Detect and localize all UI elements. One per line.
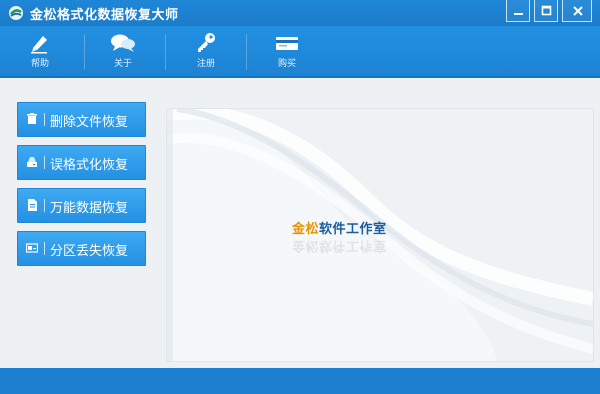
title-bar[interactable]: 金松格式化数据恢复大师 <box>0 0 600 26</box>
key-icon <box>198 33 215 52</box>
card-icon <box>276 37 298 50</box>
app-logo-icon <box>9 6 23 20</box>
chat-icon <box>111 34 135 52</box>
sidebar-item-partition-recovery[interactable]: 分区丢失恢复 <box>17 231 146 266</box>
close-icon <box>573 6 583 16</box>
trash-icon <box>27 113 37 124</box>
toolbar-divider <box>165 34 166 70</box>
minimize-icon <box>514 13 523 15</box>
document-icon <box>28 199 37 211</box>
pencil-icon <box>31 36 47 54</box>
buy-label: 购买 <box>277 59 296 69</box>
brand-reflection: 金松软件工作室 <box>292 238 387 257</box>
button-divider <box>44 113 45 126</box>
button-divider <box>44 242 45 255</box>
sidebar-item-label: 分区丢失恢复 <box>50 244 129 259</box>
register-button[interactable]: 注册 <box>176 26 236 76</box>
brand-name-part1: 金松 <box>292 222 320 237</box>
toolbar-divider <box>84 34 85 70</box>
toolbar: 帮助 关于 注册 购买 <box>0 26 600 78</box>
maximize-button[interactable] <box>534 0 558 22</box>
about-button[interactable]: 关于 <box>93 26 153 76</box>
about-label: 关于 <box>113 59 132 69</box>
drive-icon <box>27 157 37 167</box>
status-bar <box>0 368 600 394</box>
buy-button[interactable]: 购买 <box>257 26 317 76</box>
sidebar-item-label: 误格式化恢复 <box>50 158 129 173</box>
brand-reflection-text: 软件工作室 <box>319 238 387 253</box>
sidebar-item-format-recovery[interactable]: 误格式化恢复 <box>17 145 146 180</box>
maximize-icon <box>541 5 552 16</box>
toolbar-divider <box>246 34 247 70</box>
sidebar-item-label: 万能数据恢复 <box>50 201 129 216</box>
app-window: 金松格式化数据恢复大师 帮助 关于 注册 购买 删除文件恢复 误格式化恢复 万能… <box>0 0 600 394</box>
minimize-button[interactable] <box>506 0 530 22</box>
brand-logo-text: 金松软件工作室 <box>292 218 387 237</box>
brand-name-part2: 软件工作室 <box>319 222 387 237</box>
brand-reflection-text: 金松 <box>292 238 320 253</box>
close-button[interactable] <box>562 0 592 22</box>
sidebar-item-deleted-recovery[interactable]: 删除文件恢复 <box>17 102 146 137</box>
app-title: 金松格式化数据恢复大师 <box>30 8 179 23</box>
sidebar-item-label: 删除文件恢复 <box>50 115 129 130</box>
button-divider <box>44 199 45 212</box>
partition-icon <box>26 243 38 253</box>
button-divider <box>44 156 45 169</box>
help-button[interactable]: 帮助 <box>10 26 70 76</box>
register-label: 注册 <box>196 59 215 69</box>
sidebar-item-universal-recovery[interactable]: 万能数据恢复 <box>17 188 146 223</box>
help-label: 帮助 <box>30 59 49 69</box>
